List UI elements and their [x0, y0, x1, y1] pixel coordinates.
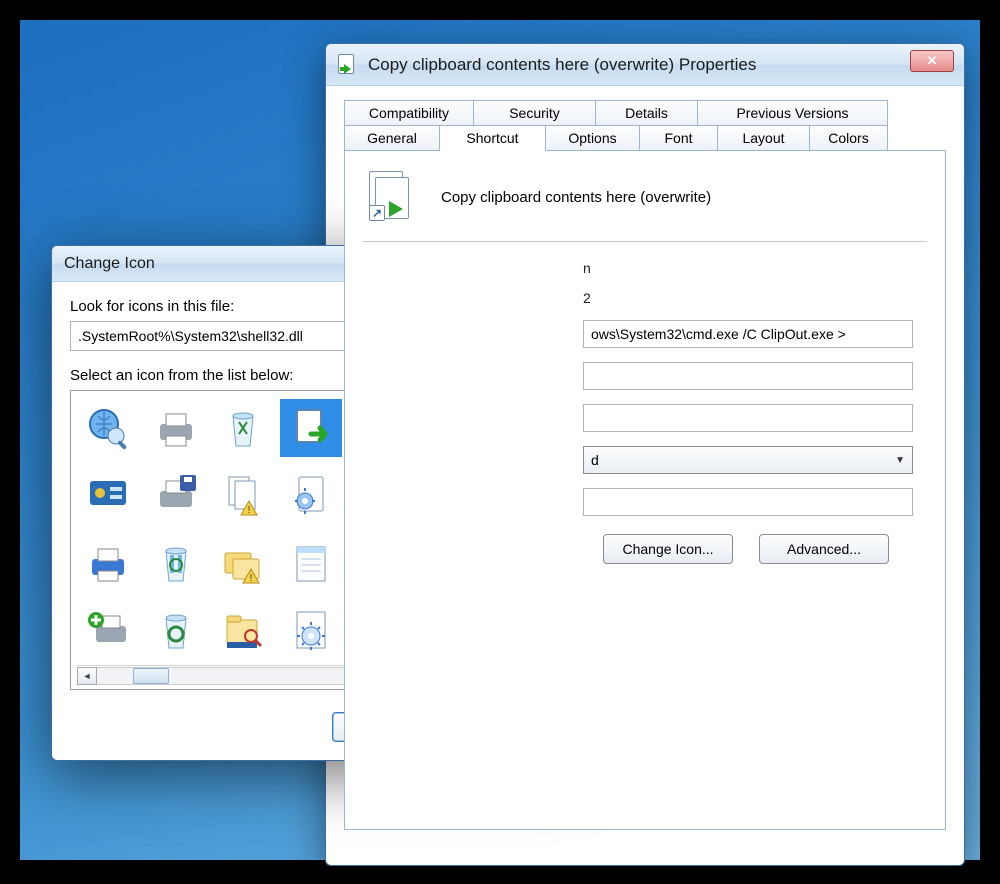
- properties-window: Copy clipboard contents here (overwrite)…: [325, 43, 965, 866]
- gear-settings-icon[interactable]: [280, 602, 342, 660]
- documents-warning-icon[interactable]: !: [212, 467, 274, 525]
- tab-row-upper: Compatibility Security Details Previous …: [344, 100, 946, 126]
- document-export-icon[interactable]: [280, 399, 342, 457]
- tab-colors[interactable]: Colors: [810, 125, 888, 151]
- folder-search-icon[interactable]: [212, 602, 274, 660]
- tab-security[interactable]: Security: [474, 100, 596, 126]
- control-panel-icon[interactable]: [77, 467, 139, 525]
- close-button[interactable]: ✕: [910, 50, 954, 72]
- tab-details[interactable]: Details: [596, 100, 698, 126]
- tab-shortcut[interactable]: Shortcut: [440, 125, 546, 151]
- svg-text:!: !: [248, 505, 251, 516]
- printer-icon[interactable]: [145, 399, 207, 457]
- run-dropdown[interactable]: d ▼: [583, 446, 913, 474]
- tab-row-lower: General Shortcut Options Font Layout Col…: [344, 125, 946, 151]
- scroll-thumb[interactable]: [133, 668, 169, 684]
- tab-font[interactable]: Font: [640, 125, 718, 151]
- properties-titlebar[interactable]: Copy clipboard contents here (overwrite)…: [326, 44, 964, 86]
- document-settings-gear-icon[interactable]: [280, 467, 342, 525]
- add-printer-icon[interactable]: [77, 602, 139, 660]
- scroll-left-button[interactable]: ◄: [77, 667, 97, 685]
- tab-previous-versions[interactable]: Previous Versions: [698, 100, 888, 126]
- run-dropdown-value: d: [591, 452, 599, 468]
- recycle-bin-icon[interactable]: [212, 399, 274, 457]
- advanced-button[interactable]: Advanced...: [759, 534, 889, 564]
- document-export-icon: [338, 54, 358, 76]
- svg-text:!: !: [250, 573, 253, 584]
- desktop-background: Copy clipboard contents here (overwrite)…: [20, 20, 980, 860]
- tab-layout[interactable]: Layout: [718, 125, 810, 151]
- target-location-partial-label: 2: [583, 290, 913, 306]
- tab-general[interactable]: General: [344, 125, 440, 151]
- shortcut-key-input[interactable]: [583, 404, 913, 432]
- target-type-partial-label: n: [583, 260, 913, 276]
- divider: [363, 241, 927, 242]
- search-globe-icon[interactable]: [77, 399, 139, 457]
- shortcut-name-label: Copy clipboard contents here (overwrite): [441, 189, 711, 206]
- shortcut-big-icon: ↗: [369, 171, 415, 223]
- printer-save-icon[interactable]: [145, 467, 207, 525]
- properties-title: Copy clipboard contents here (overwrite)…: [368, 55, 756, 75]
- folders-warning-icon[interactable]: !: [212, 534, 274, 592]
- notepad-icon[interactable]: [280, 534, 342, 592]
- printer-blue-icon[interactable]: [77, 534, 139, 592]
- chevron-down-icon: ▼: [895, 455, 905, 466]
- comment-input[interactable]: [583, 488, 913, 516]
- target-input[interactable]: [583, 320, 913, 348]
- change-icon-button[interactable]: Change Icon...: [603, 534, 733, 564]
- shortcut-tab-panel: ↗ Copy clipboard contents here (overwrit…: [344, 150, 946, 830]
- tab-options[interactable]: Options: [546, 125, 640, 151]
- dialog-title: Change Icon: [64, 255, 155, 273]
- recycle-bin-full-icon[interactable]: [145, 534, 207, 592]
- recycle-bin-half-icon[interactable]: [145, 602, 207, 660]
- tab-compatibility[interactable]: Compatibility: [344, 100, 474, 126]
- start-in-input[interactable]: [583, 362, 913, 390]
